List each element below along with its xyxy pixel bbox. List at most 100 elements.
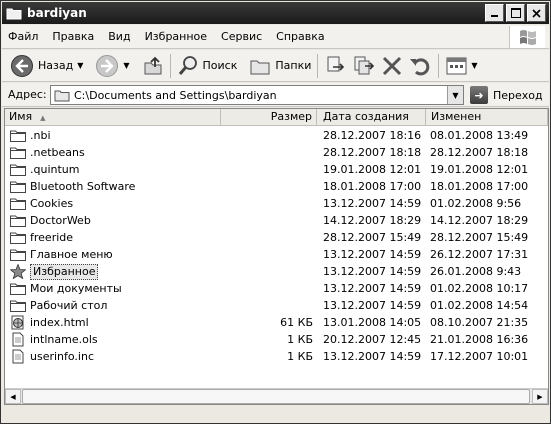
file-size [225,246,313,263]
file-name-cell: intlname.ols [10,331,98,348]
scroll-thumb[interactable] [22,389,530,404]
menu-edit[interactable]: Правка [46,30,102,43]
file-created: 13.12.2007 14:59 [323,299,422,312]
file-size [225,144,313,161]
file-name: DoctorWeb [30,214,91,227]
folder-icon [10,163,26,177]
file-name-cell: Мои документы [10,280,122,297]
column-header-modified[interactable]: Изменен [426,109,548,125]
file-row[interactable]: .netbeans 28.12.2007 18:18 28.12.2007 18:1… [5,144,548,161]
file-name: userinfo.inc [30,350,95,363]
file-created: 13.12.2007 14:59 [323,265,422,278]
address-field[interactable]: C:\Documents and Settings\bardiyan ▼ [50,85,464,105]
back-button[interactable]: Назад ▼ [8,53,85,79]
file-list[interactable]: Имя ▲ Размер Дата создания Изменен .nbi 28… [4,108,549,405]
file-row[interactable]: Избранное 13.12.2007 14:59 26.01.2008 9:43 [5,263,548,280]
file-row[interactable]: index.html 61 КБ 13.01.2008 14:05 08.10.200… [5,314,548,331]
close-button[interactable] [527,4,546,22]
file-rows: .nbi 28.12.2007 18:16 08.01.2008 13:49 .net… [5,127,548,365]
menu-help[interactable]: Справка [270,30,332,43]
menu-file[interactable]: Файл [2,30,46,43]
file-row[interactable]: .nbi 28.12.2007 18:16 08.01.2008 13:49 [5,127,548,144]
file-modified: 28.12.2007 15:49 [430,231,529,244]
undo-icon [410,57,430,75]
file-size [225,161,313,178]
title-bar[interactable]: bardiyan [2,2,549,24]
file-row[interactable]: Рабочий стол 13.12.2007 14:59 01.02.2008 1… [5,297,548,314]
up-folder-button[interactable] [140,53,166,79]
file-created: 28.12.2007 18:16 [323,129,422,142]
folders-button[interactable]: Папки [247,53,313,79]
file-name: Bluetooth Software [30,180,136,193]
back-dropdown-icon[interactable]: ▼ [77,61,83,70]
file-name: index.html [30,316,89,329]
file-row[interactable]: Главное меню 13.12.2007 14:59 26.12.2007 1… [5,246,548,263]
file-size [225,229,313,246]
forward-dropdown-icon[interactable]: ▼ [123,61,129,70]
forward-arrow-icon [96,54,119,77]
menu-favorites[interactable]: Избранное [139,30,215,43]
file-row[interactable]: userinfo.inc 1 КБ 13.12.2007 14:59 17.12.20… [5,348,548,365]
views-button[interactable]: ▼ [443,53,479,79]
file-modified: 14.12.2007 18:29 [430,214,529,227]
folder-icon [10,146,26,160]
scroll-left-button[interactable]: ◀ [5,389,21,404]
delete-button[interactable] [378,53,406,79]
views-dropdown-icon[interactable]: ▼ [471,61,477,70]
file-modified: 19.01.2008 12:01 [430,163,529,176]
html-file-icon [10,315,26,330]
forward-button[interactable]: ▼ [93,53,131,79]
menu-tools[interactable]: Сервис [215,30,270,43]
horizontal-scrollbar[interactable]: ◀ ▶ [5,388,548,404]
menu-view[interactable]: Вид [102,30,138,43]
file-modified: 17.12.2007 10:01 [430,350,529,363]
file-created: 28.12.2007 15:49 [323,231,422,244]
explorer-window: bardiyan Файл Правка Вид Избранное Серви… [0,0,551,424]
file-row[interactable]: DoctorWeb 14.12.2007 18:29 14.12.2007 18:2… [5,212,548,229]
file-modified: 01.02.2008 14:54 [430,299,529,312]
go-button[interactable]: ➜ Переход [470,85,543,105]
file-name: .netbeans [30,146,85,159]
file-name-cell: Рабочий стол [10,297,107,314]
favorites-star-icon [10,264,26,279]
file-row[interactable]: intlname.ols 1 КБ 20.12.2007 12:45 21.01.20… [5,331,548,348]
file-name: Рабочий стол [30,299,108,312]
views-icon [446,57,467,74]
column-header-size[interactable]: Размер [221,109,317,125]
windows-logo-icon [509,26,545,48]
minimize-button[interactable] [485,4,504,22]
file-name-cell: userinfo.inc [10,348,94,365]
folder-icon [54,88,70,102]
file-created: 13.12.2007 14:59 [323,350,422,363]
address-dropdown-icon[interactable]: ▼ [447,86,463,104]
up-folder-icon [144,56,162,74]
copy-to-icon [354,56,375,74]
undo-button[interactable] [406,53,434,79]
go-arrow-icon: ➜ [470,86,488,104]
file-size [225,195,313,212]
delete-icon [383,56,402,75]
file-row[interactable]: freeride 28.12.2007 15:49 28.12.2007 15:49 [5,229,548,246]
folder-icon [10,129,26,143]
file-modified: 08.10.2007 21:35 [430,316,529,329]
copy-to-button[interactable] [350,53,378,79]
file-size [225,297,313,314]
scroll-right-button[interactable]: ▶ [532,389,548,404]
column-header-name[interactable]: Имя ▲ [5,109,221,125]
move-to-button[interactable] [322,53,350,79]
file-modified: 01.02.2008 10:17 [430,282,529,295]
search-button[interactable]: Поиск [175,53,240,79]
file-name-cell: Bluetooth Software [10,178,135,195]
sort-ascending-icon: ▲ [40,114,46,122]
file-size: 1 КБ [287,350,313,363]
file-row[interactable]: Мои документы 13.12.2007 14:59 01.02.2008 … [5,280,548,297]
file-created: 13.12.2007 14:59 [323,248,422,261]
column-header-created[interactable]: Дата создания [317,109,426,125]
back-arrow-icon [11,54,33,77]
file-row[interactable]: .quintum 19.01.2008 12:01 19.01.2008 12:01 [5,161,548,178]
maximize-button[interactable] [506,4,525,22]
file-row[interactable]: Cookies 13.12.2007 14:59 01.02.2008 9:56 [5,195,548,212]
file-name-cell: .nbi [10,127,51,144]
file-row[interactable]: Bluetooth Software 18.01.2008 17:00 18.01.… [5,178,548,195]
file-name: Избранное [30,263,99,280]
